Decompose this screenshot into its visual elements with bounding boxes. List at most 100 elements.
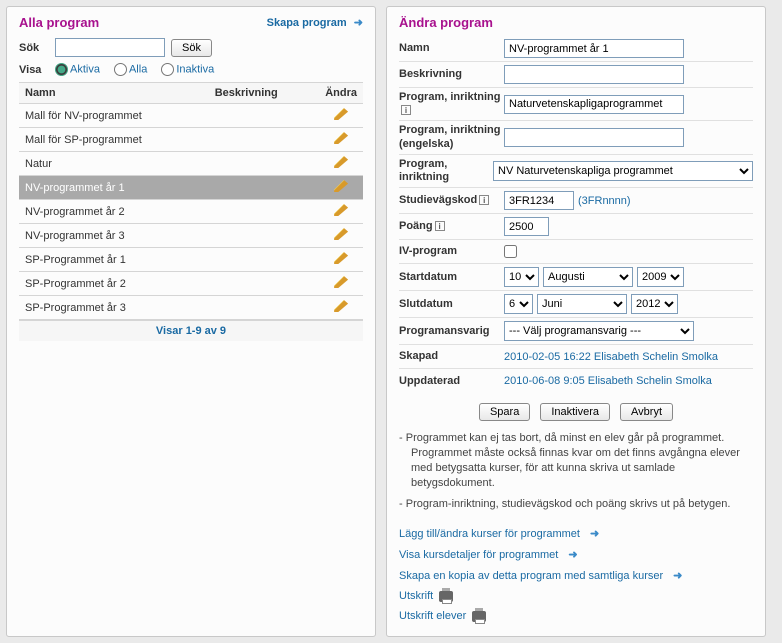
- right-title: Ändra program: [399, 15, 753, 30]
- note-item: Programmet kan ej tas bort, då minst en …: [399, 431, 753, 490]
- table-row[interactable]: NV-programmet år 1: [19, 176, 363, 200]
- end-month-select[interactable]: Juni: [537, 294, 627, 314]
- printer-icon: [472, 611, 486, 622]
- arrow-right-icon: ➜: [590, 527, 599, 540]
- programs-list-panel: Alla program Skapa program ➜ Sök Sök Vis…: [6, 6, 376, 637]
- studycode-hint: (3FRnnnn): [578, 195, 631, 207]
- row-name: NV-programmet år 1: [19, 176, 209, 200]
- pager: Visar 1-9 av 9: [19, 320, 363, 341]
- progdir-select[interactable]: NV Naturvetenskapliga programmet: [493, 161, 753, 181]
- name-input[interactable]: [504, 39, 684, 58]
- edit-icon[interactable]: [334, 228, 348, 240]
- lbl-responsible: Programansvarig: [399, 325, 504, 338]
- edit-program-panel: Ändra program Namn Beskrivning Program, …: [386, 6, 766, 637]
- arrow-right-icon: ➜: [568, 548, 577, 561]
- row-name: Mall för NV-programmet: [19, 104, 209, 128]
- create-program-link[interactable]: Skapa program ➜: [267, 16, 363, 29]
- row-name: NV-programmet år 3: [19, 224, 209, 248]
- search-input[interactable]: [55, 38, 165, 57]
- start-month-select[interactable]: Augusti: [543, 267, 633, 287]
- table-row[interactable]: Mall för NV-programmet: [19, 104, 363, 128]
- edit-icon[interactable]: [334, 252, 348, 264]
- row-desc: [209, 272, 319, 296]
- arrow-right-icon: ➜: [354, 17, 363, 29]
- print-students-link[interactable]: Utskrift elever: [399, 606, 753, 626]
- notes-list: Programmet kan ej tas bort, då minst en …: [399, 431, 753, 511]
- end-year-select[interactable]: 2012: [631, 294, 678, 314]
- arrow-right-icon: ➜: [673, 569, 682, 582]
- filter-inactive[interactable]: Inaktiva: [161, 63, 214, 76]
- desc-input[interactable]: [504, 65, 684, 84]
- end-day-select[interactable]: 6: [504, 294, 533, 314]
- col-edit: Ändra: [319, 83, 363, 104]
- table-row[interactable]: Mall för SP-programmet: [19, 128, 363, 152]
- row-name: NV-programmet år 2: [19, 200, 209, 224]
- view-courses-link[interactable]: Visa kursdetaljer för programmet➜: [399, 544, 753, 565]
- iv-checkbox[interactable]: [504, 245, 517, 258]
- lbl-progdir: Program, inriktningi: [399, 91, 504, 117]
- edit-icon[interactable]: [334, 180, 348, 192]
- left-title: Alla program: [19, 15, 99, 30]
- cancel-button[interactable]: Avbryt: [620, 403, 673, 421]
- lbl-points: Poängi: [399, 220, 504, 233]
- table-row[interactable]: SP-Programmet år 2: [19, 272, 363, 296]
- print-link[interactable]: Utskrift: [399, 586, 753, 606]
- add-courses-link[interactable]: Lägg till/ändra kurser för programmet➜: [399, 523, 753, 544]
- progdir-en-input[interactable]: [504, 128, 684, 147]
- table-row[interactable]: NV-programmet år 3: [19, 224, 363, 248]
- show-label: Visa: [19, 64, 49, 76]
- responsible-select[interactable]: --- Välj programansvarig ---: [504, 321, 694, 341]
- row-name: SP-Programmet år 3: [19, 296, 209, 320]
- lbl-studycode: Studievägskodi: [399, 194, 504, 207]
- lbl-iv: IV-program: [399, 245, 504, 258]
- table-row[interactable]: SP-Programmet år 3: [19, 296, 363, 320]
- info-icon[interactable]: i: [401, 105, 411, 115]
- edit-icon[interactable]: [334, 156, 348, 168]
- edit-icon[interactable]: [334, 108, 348, 120]
- row-name: SP-Programmet år 2: [19, 272, 209, 296]
- lbl-start: Startdatum: [399, 271, 504, 284]
- search-button[interactable]: Sök: [171, 39, 212, 57]
- start-day-select[interactable]: 10: [504, 267, 539, 287]
- start-year-select[interactable]: 2009: [637, 267, 684, 287]
- row-desc: [209, 296, 319, 320]
- table-row[interactable]: SP-Programmet år 1: [19, 248, 363, 272]
- row-name: SP-Programmet år 1: [19, 248, 209, 272]
- studycode-input[interactable]: [504, 191, 574, 210]
- row-desc: [209, 248, 319, 272]
- row-desc: [209, 104, 319, 128]
- filter-all[interactable]: Alla: [114, 63, 147, 76]
- edit-icon[interactable]: [334, 204, 348, 216]
- progdir-input[interactable]: [504, 95, 684, 114]
- created-value: 2010-02-05 16:22 Elisabeth Schelin Smolk…: [504, 351, 753, 363]
- deactivate-button[interactable]: Inaktivera: [540, 403, 610, 421]
- info-icon[interactable]: i: [435, 221, 445, 231]
- table-row[interactable]: NV-programmet år 2: [19, 200, 363, 224]
- row-desc: [209, 128, 319, 152]
- edit-icon[interactable]: [334, 300, 348, 312]
- row-desc: [209, 200, 319, 224]
- filter-active[interactable]: Aktiva: [55, 63, 100, 76]
- edit-icon[interactable]: [334, 276, 348, 288]
- save-button[interactable]: Spara: [479, 403, 530, 421]
- note-item: Program-inriktning, studievägskod och po…: [399, 497, 753, 512]
- row-name: Natur: [19, 152, 209, 176]
- lbl-name: Namn: [399, 42, 504, 55]
- row-desc: [209, 224, 319, 248]
- lbl-end: Slutdatum: [399, 298, 504, 311]
- info-icon[interactable]: i: [479, 195, 489, 205]
- col-desc: Beskrivning: [209, 83, 319, 104]
- lbl-progdir-en: Program, inriktning (engelska): [399, 124, 504, 150]
- row-desc: [209, 152, 319, 176]
- lbl-progdir-sel: Program, inriktning: [399, 158, 493, 184]
- edit-icon[interactable]: [334, 132, 348, 144]
- col-name: Namn: [19, 83, 209, 104]
- lbl-desc: Beskrivning: [399, 68, 504, 81]
- points-input[interactable]: [504, 217, 549, 236]
- copy-program-link[interactable]: Skapa en kopia av detta program med samt…: [399, 565, 753, 586]
- search-label: Sök: [19, 42, 49, 54]
- lbl-updated: Uppdaterad: [399, 375, 504, 388]
- table-row[interactable]: Natur: [19, 152, 363, 176]
- row-desc: [209, 176, 319, 200]
- programs-table: Namn Beskrivning Ändra Mall för NV-progr…: [19, 82, 363, 320]
